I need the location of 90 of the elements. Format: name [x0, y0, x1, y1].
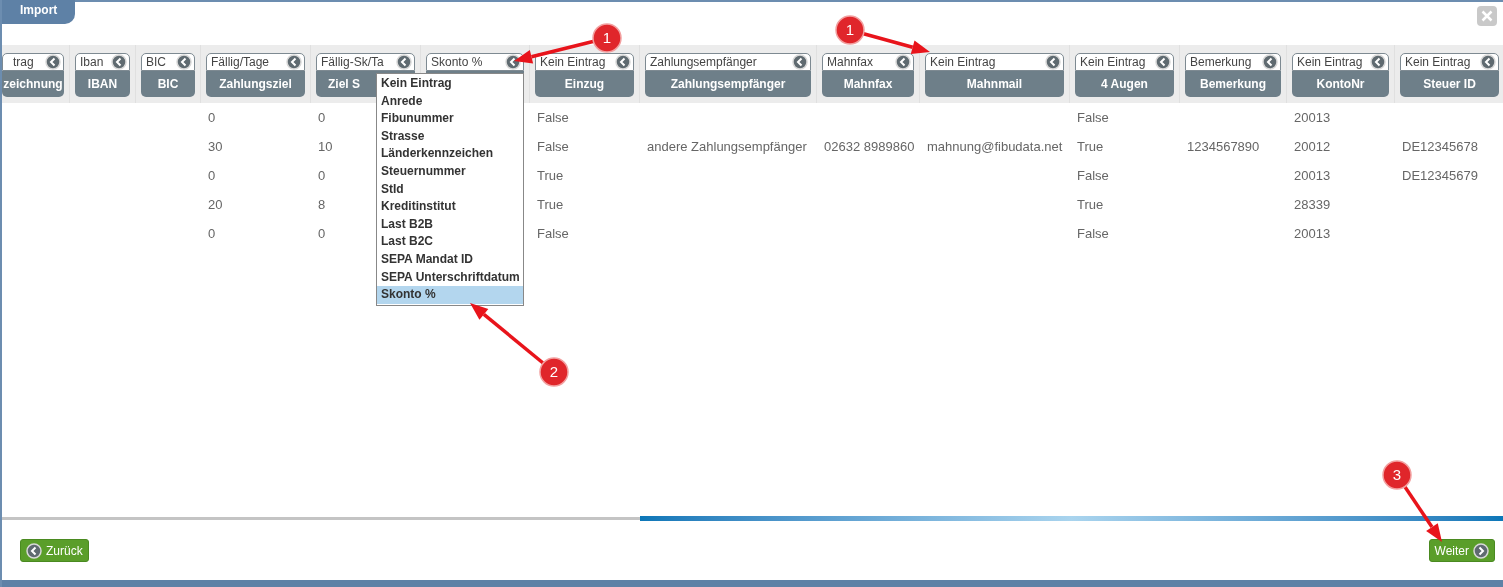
dropdown-option[interactable]: Strasse: [377, 127, 523, 146]
dropdown-option[interactable]: SEPA Mandat ID: [377, 250, 523, 269]
table-cell: 20013: [1294, 225, 1331, 241]
callout-marker: 2: [539, 357, 569, 387]
table-cell: True: [1077, 196, 1104, 212]
table-cell: 28339: [1294, 196, 1331, 212]
mapping-select[interactable]: Fällig/Tage: [206, 53, 305, 71]
column-header: Bemerkung: [1185, 71, 1281, 97]
mapping-select[interactable]: Zahlungsempfänger: [645, 53, 811, 71]
table-cell: True: [537, 196, 564, 212]
dropdown-option[interactable]: Steuernummer: [377, 162, 523, 181]
column-header: KontoNr: [1292, 71, 1389, 97]
chevron-right-icon: [1473, 542, 1489, 559]
mapping-select[interactable]: Mahnfax: [822, 53, 914, 71]
column-header: Zahlungsempfänger: [645, 71, 811, 97]
mapping-select[interactable]: Kein Eintrag: [1400, 53, 1499, 71]
table-cell: 0: [208, 109, 216, 125]
column-header: Mahnmail: [925, 71, 1064, 97]
table-cell: 0: [208, 225, 216, 241]
chevron-left-icon: [26, 542, 42, 559]
column-header: Steuer ID: [1400, 71, 1499, 97]
chevron-left-icon: [176, 54, 192, 70]
dropdown-option[interactable]: Fibunummer: [377, 110, 523, 128]
dropdown-option[interactable]: SEPA Unterschriftdatum: [377, 268, 523, 287]
table-cell: False: [1077, 225, 1109, 241]
table-cell: True: [537, 167, 564, 183]
table-cell: 1234567890: [1187, 138, 1260, 154]
table-cell: 02632 8989860: [824, 138, 915, 154]
table-cell: False: [537, 138, 569, 154]
table-cell: 0: [318, 167, 326, 183]
table-cell: 0: [208, 167, 216, 183]
chevron-left-icon: [615, 54, 631, 70]
column-header: Mahnfax: [822, 71, 914, 97]
mapping-select[interactable]: Bemerkung: [1185, 53, 1281, 71]
dropdown-option[interactable]: Last B2B: [377, 215, 523, 234]
table-cell: DE12345678: [1402, 138, 1478, 154]
chevron-left-icon: [111, 54, 127, 70]
chevron-left-icon: [1370, 54, 1386, 70]
chevron-left-icon: [1262, 54, 1278, 70]
chevron-left-icon: [286, 54, 302, 70]
column-header: 4 Augen: [1075, 71, 1174, 97]
dropdown-option[interactable]: Kreditinstitut: [377, 198, 523, 216]
table-cell: 20013: [1294, 109, 1331, 125]
table-cell: 30: [208, 138, 223, 154]
mapping-select[interactable]: Kein Eintrag: [535, 53, 634, 71]
chevron-left-icon: [1155, 54, 1171, 70]
callout-marker: 1: [592, 23, 622, 53]
column-header: Zahlungsziel: [206, 71, 305, 97]
dropdown-option[interactable]: Länderkennzeichen: [377, 145, 523, 163]
chevron-left-icon: [45, 54, 61, 70]
chevron-left-icon: [792, 54, 808, 70]
chevron-left-icon: [1045, 54, 1061, 70]
table-cell: False: [1077, 109, 1109, 125]
table-cell: 20012: [1294, 138, 1331, 154]
table-cell: 20: [208, 196, 223, 212]
dropdown-option[interactable]: Skonto %: [377, 286, 523, 304]
callout-marker: 1: [835, 15, 865, 45]
table-cell: True: [1077, 138, 1104, 154]
table-cell: 8: [318, 196, 326, 212]
table-cell: 20013: [1294, 167, 1331, 183]
table-cell: False: [537, 109, 569, 125]
table-cell: 10: [318, 138, 333, 154]
close-icon: [1481, 10, 1493, 22]
chevron-left-icon: [396, 54, 412, 70]
dropdown-option[interactable]: StId: [377, 180, 523, 199]
mapping-select[interactable]: Kein Eintrag: [1075, 53, 1174, 71]
dialog-tab[interactable]: Import: [2, 0, 76, 24]
table-cell: DE12345679: [1402, 167, 1478, 183]
dropdown-option[interactable]: Last B2C: [377, 233, 523, 251]
mapping-select[interactable]: BIC: [141, 53, 195, 71]
mapping-select[interactable]: Fällig-Sk/Ta: [316, 53, 415, 71]
table-cell: 0: [318, 109, 326, 125]
table-cell: andere Zahlungsempfänger: [647, 138, 807, 154]
table-cell: mahnung@fibudata.net: [927, 138, 1063, 154]
mapping-select[interactable]: Iban: [75, 53, 130, 71]
column-header: Einzug: [535, 71, 634, 97]
mapping-select[interactable]: Kein Eintrag: [925, 53, 1064, 71]
column-header: BIC: [141, 71, 195, 97]
mapping-select[interactable]: Skonto %: [426, 53, 524, 71]
chevron-left-icon: [1480, 54, 1496, 70]
table-cell: 0: [318, 225, 326, 241]
scrollbar-thumb[interactable]: [640, 515, 1503, 521]
chevron-left-icon: [895, 54, 911, 70]
column-header: IBAN: [75, 71, 130, 97]
mapping-select[interactable]: Kein Eintrag: [1292, 53, 1389, 71]
column-header: zeichnung: [2, 71, 64, 97]
table-cell: False: [537, 225, 569, 241]
table-cell: False: [1077, 167, 1109, 183]
mapping-select[interactable]: trag: [2, 53, 64, 71]
callout-marker: 3: [1382, 460, 1412, 490]
